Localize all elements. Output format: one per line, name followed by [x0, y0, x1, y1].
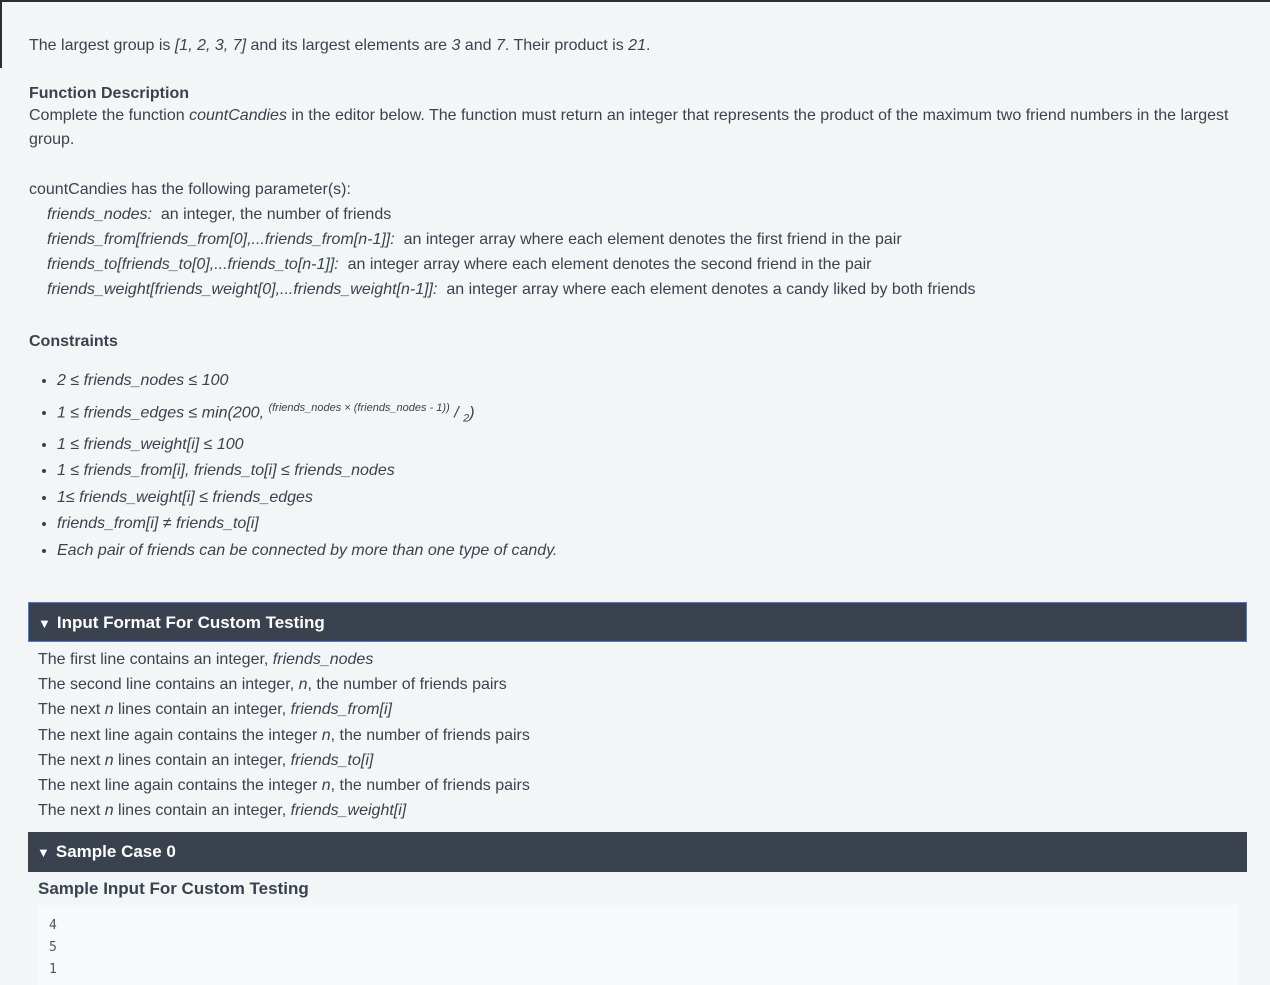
- top-border: [0, 0, 1270, 2]
- constraint-item: Each pair of friends can be connected by…: [57, 538, 557, 565]
- text: , the number of friends pairs: [330, 726, 530, 744]
- code-line: 5: [49, 940, 57, 955]
- text: n: [321, 726, 331, 744]
- text: The next: [38, 751, 105, 769]
- code-line: 4: [49, 918, 57, 933]
- constraints-list: 2 ≤ friends_nodes ≤ 100 1 ≤ friends_edge…: [29, 368, 557, 564]
- text: 21: [628, 37, 646, 54]
- format-line: The next n lines contain an integer, fri…: [38, 748, 530, 773]
- constraint-item: 1 ≤ friends_edges ≤ min(200, (friends_no…: [57, 395, 557, 432]
- param-name: friends_weight[friends_weight[0],...frie…: [47, 281, 438, 298]
- input-format-toggle[interactable]: ▼ Input Format For Custom Testing: [28, 602, 1247, 642]
- text: The next line again contains the integer: [38, 777, 322, 795]
- text: and its largest elements are: [246, 37, 452, 54]
- constraint-item: 1≤ friends_weight[i] ≤ friends_edges: [57, 485, 557, 512]
- text: and: [460, 37, 496, 54]
- text: n: [321, 777, 331, 795]
- function-description-heading: Function Description: [29, 85, 189, 102]
- parameter-item: friends_weight[friends_weight[0],...frie…: [29, 277, 976, 302]
- text: , the number of friends pairs: [330, 777, 530, 795]
- text: /: [449, 403, 464, 421]
- constraint-item: 1 ≤ friends_from[i], friends_to[i] ≤ fri…: [57, 458, 557, 485]
- text: n: [298, 676, 308, 694]
- param-name: friends_nodes:: [47, 206, 152, 223]
- text: 1 ≤ friends_edges ≤ min(200,: [57, 403, 269, 421]
- text: lines contain an integer,: [113, 751, 291, 769]
- left-border: [0, 0, 2, 68]
- triangle-down-icon: ▼: [37, 845, 50, 860]
- text: friends_weight[i]: [290, 802, 407, 820]
- text: The next: [38, 701, 105, 719]
- text: The first line contains an integer,: [38, 651, 273, 668]
- text: Complete the function: [29, 107, 190, 124]
- text: n: [104, 751, 114, 769]
- constraint-item: 2 ≤ friends_nodes ≤ 100: [57, 368, 557, 395]
- text: friends_from[i]: [290, 701, 392, 719]
- text: friends_to[i]: [290, 751, 374, 769]
- text: n: [104, 701, 114, 719]
- format-line: The next n lines contain an integer, fri…: [38, 798, 530, 823]
- sample-input-code: 4 5 1: [38, 905, 1238, 985]
- format-line: The next line again contains the integer…: [38, 723, 530, 748]
- text: lines contain an integer,: [113, 701, 291, 719]
- sample-case-toggle[interactable]: ▼ Sample Case 0: [28, 832, 1247, 872]
- format-line: The next line again contains the integer…: [38, 773, 530, 798]
- text: n: [104, 802, 114, 820]
- text: [1, 2, 3, 7]: [174, 37, 247, 54]
- text: The next: [38, 802, 105, 820]
- param-desc: an integer, the number of friends: [160, 206, 392, 223]
- function-name: countCandies: [189, 107, 287, 124]
- example-explanation: The largest group is [1, 2, 3, 7] and it…: [29, 34, 650, 58]
- format-line: The next n lines contain an integer, fri…: [38, 697, 530, 722]
- param-desc: an integer array where each element deno…: [347, 256, 872, 273]
- text: ): [469, 403, 475, 421]
- param-desc: an integer array where each element deno…: [403, 231, 902, 248]
- constraint-item: 1 ≤ friends_weight[i] ≤ 100: [57, 432, 557, 459]
- format-line: The second line contains an integer, n, …: [38, 672, 530, 697]
- format-line: The first line contains an integer, frie…: [38, 647, 530, 672]
- triangle-down-icon: ▼: [38, 616, 51, 631]
- text: lines contain an integer,: [113, 802, 291, 820]
- code-line: 1: [49, 962, 57, 977]
- parameters-intro: countCandies has the following parameter…: [29, 181, 351, 198]
- text: The largest group is: [29, 37, 175, 54]
- sample-input-heading: Sample Input For Custom Testing: [38, 879, 309, 898]
- text: 7: [495, 37, 505, 54]
- parameter-item: friends_to[friends_to[0],...friends_to[n…: [29, 252, 976, 277]
- param-name: friends_from[friends_from[0],...friends_…: [47, 231, 395, 248]
- parameters: countCandies has the following parameter…: [29, 177, 976, 302]
- text: . Their product is: [504, 37, 629, 54]
- text: .: [645, 37, 651, 54]
- panel-title: Input Format For Custom Testing: [56, 613, 325, 632]
- text: friends_nodes: [272, 651, 374, 668]
- param-name: friends_to[friends_to[0],...friends_to[n…: [47, 256, 339, 273]
- text: (friends_nodes × (friends_nodes - 1)): [268, 401, 450, 414]
- parameter-item: friends_from[friends_from[0],...friends_…: [29, 227, 976, 252]
- panel-title: Sample Case 0: [55, 842, 176, 861]
- input-format-body: The first line contains an integer, frie…: [38, 647, 530, 823]
- text: The second line contains an integer,: [38, 676, 299, 694]
- function-description-text: Complete the function countCandies in th…: [29, 104, 1229, 152]
- constraint-item: friends_from[i] ≠ friends_to[i]: [57, 511, 557, 538]
- param-desc: an integer array where each element deno…: [446, 281, 976, 298]
- text: The next line again contains the integer: [38, 726, 322, 744]
- parameter-item: friends_nodes: an integer, the number of…: [29, 202, 976, 227]
- constraints-heading: Constraints: [29, 333, 118, 350]
- text: , the number of friends pairs: [307, 676, 507, 694]
